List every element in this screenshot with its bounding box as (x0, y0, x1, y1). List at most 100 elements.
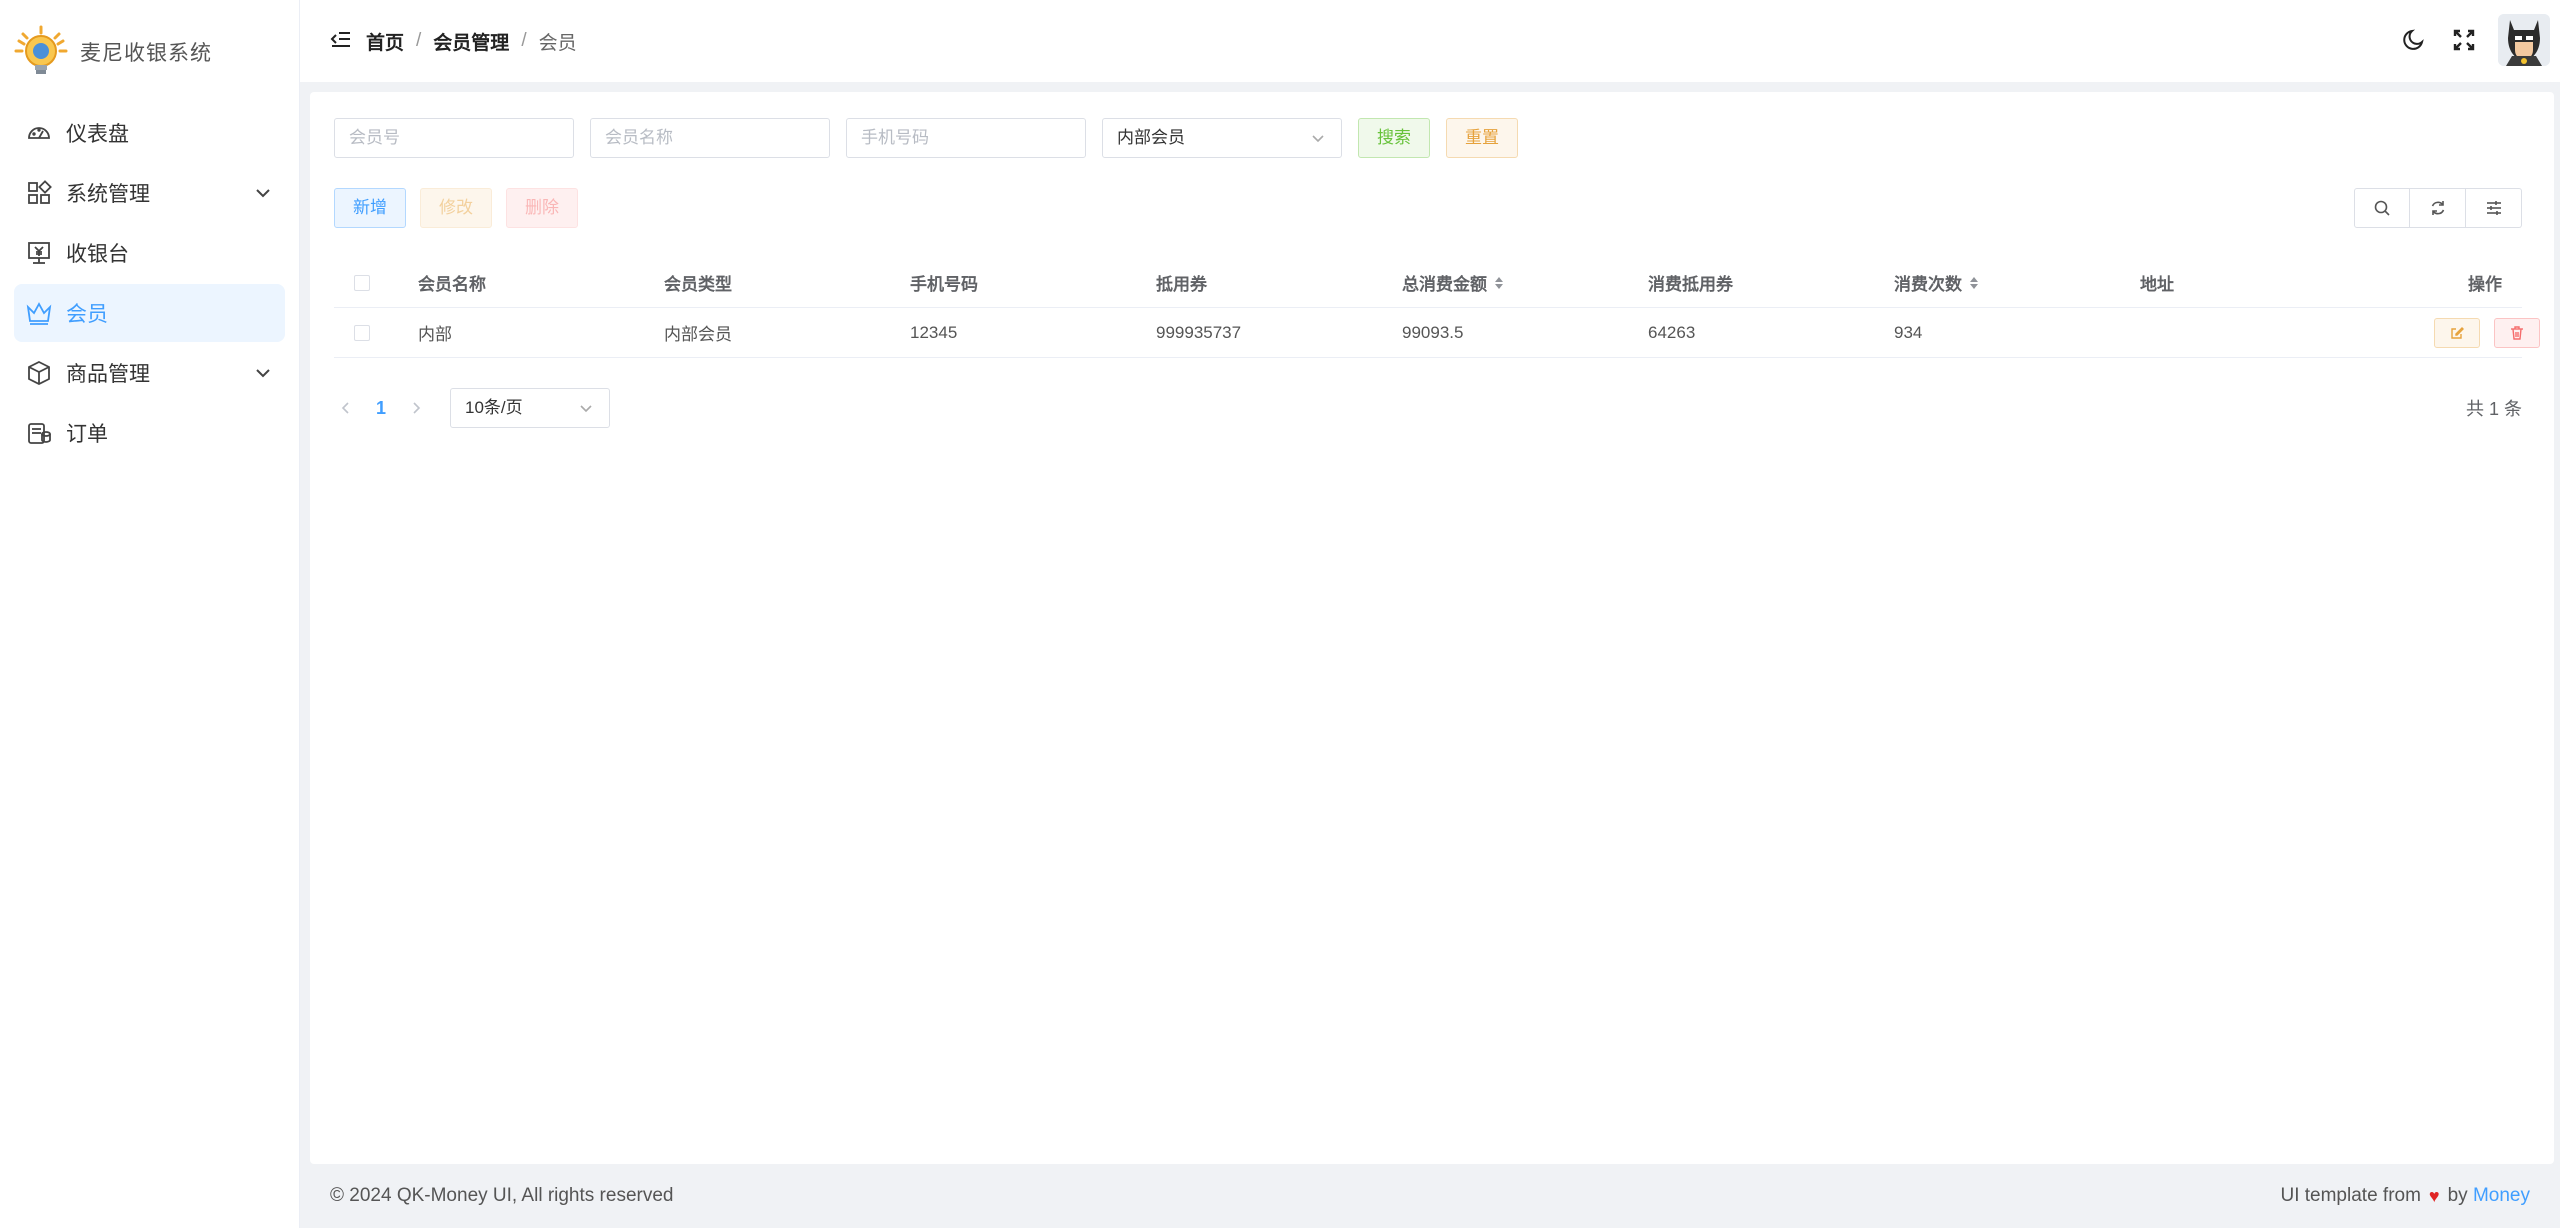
sidebar-item-label: 收银台 (66, 243, 129, 266)
cashier-icon (24, 238, 54, 268)
member-type-select[interactable]: 内部会员 (1102, 118, 1342, 158)
page-size-select[interactable]: 10条/页 (450, 388, 611, 428)
breadcrumb: 首页 / 会员管理 / 会员 (366, 28, 577, 55)
sidebar-item-orders[interactable]: 订单 (14, 404, 285, 462)
sidebar-item-label: 仪表盘 (66, 123, 129, 146)
search-icon (2374, 200, 2390, 216)
phone-input[interactable] (846, 118, 1086, 158)
dashboard-icon (24, 118, 54, 148)
cell-phone: 12345 (910, 322, 958, 342)
cell-operations (2420, 317, 2560, 348)
breadcrumb-separator: / (521, 30, 527, 51)
chevron-down-icon (580, 405, 592, 413)
crown-icon (24, 298, 54, 328)
total-count: 共 1 条 (2465, 399, 2522, 419)
action-toolbar: 新增 修改 删除 (334, 188, 594, 228)
cell-member-type: 内部会员 (664, 325, 732, 344)
order-icon (24, 418, 54, 448)
member-table: 会员名称 会员类型 手机号码 抵用券 总消费金额 消费抵用券 消费次数 地址 操… (334, 258, 2540, 358)
sidebar-item-cashier[interactable]: 收银台 (14, 224, 285, 282)
edit-button[interactable]: 修改 (420, 188, 492, 228)
reset-button[interactable]: 重置 (1446, 118, 1518, 158)
column-header: 抵用券 (1156, 275, 1207, 294)
member-type-value: 内部会员 (1117, 128, 1185, 147)
author-link[interactable]: Money (2473, 1185, 2530, 1207)
column-header-sortable[interactable]: 消费次数 (1894, 270, 2140, 295)
app-title: 麦尼收银系统 (80, 41, 212, 65)
column-header-sortable[interactable]: 总消费金额 (1402, 270, 1648, 295)
box-icon (24, 358, 54, 388)
column-header: 操作 (2468, 275, 2502, 294)
row-checkbox[interactable] (354, 324, 370, 341)
select-all-cell (334, 274, 418, 291)
row-select-cell (334, 324, 418, 341)
menu-collapse-icon[interactable] (330, 29, 354, 53)
prev-page-button[interactable] (334, 396, 358, 420)
column-header: 会员类型 (664, 275, 732, 294)
breadcrumb-member-management[interactable]: 会员管理 (433, 28, 509, 55)
heart-icon: ♥ (2428, 1185, 2440, 1206)
chevron-down-icon (256, 189, 270, 198)
breadcrumb-current: 会员 (538, 32, 577, 54)
breadcrumb-home[interactable]: 首页 (366, 28, 404, 55)
chevron-down-icon (256, 369, 270, 378)
credit-prefix: UI template from (2280, 1185, 2421, 1206)
search-form: 内部会员 搜索 重置 (334, 118, 1534, 158)
row-edit-button[interactable] (2434, 317, 2480, 348)
top-header: 首页 / 会员管理 / 会员 (300, 0, 2560, 82)
credit-by: by (2447, 1185, 2468, 1206)
breadcrumb-separator: / (416, 30, 422, 51)
header-actions (2398, 14, 2550, 66)
row-delete-button[interactable] (2494, 317, 2540, 348)
cell-total-spent: 99093.5 (1402, 322, 1464, 342)
sidebar-menu: 仪表盘 系统管理 收银台 会员 商品管理 订单 (0, 104, 299, 462)
refresh-button[interactable] (2410, 188, 2466, 228)
edit-icon (2451, 326, 2464, 339)
sidebar-item-products[interactable]: 商品管理 (14, 344, 285, 402)
member-name-input[interactable] (590, 118, 830, 158)
chevron-down-icon (1312, 135, 1324, 143)
toggle-search-button[interactable] (2354, 188, 2410, 228)
sidebar-item-label: 会员 (66, 303, 108, 326)
column-header-label: 总消费金额 (1402, 275, 1487, 294)
sidebar-item-dashboard[interactable]: 仪表盘 (14, 104, 285, 162)
column-header: 消费抵用券 (1648, 275, 1733, 294)
search-button[interactable]: 搜索 (1358, 118, 1430, 158)
cell-voucher-used: 64263 (1648, 322, 1696, 342)
next-page-button[interactable] (404, 396, 428, 420)
sidebar-item-members[interactable]: 会员 (14, 284, 285, 342)
lightbulb-logo-icon (14, 25, 68, 79)
column-header: 地址 (2140, 275, 2174, 294)
sidebar-item-label: 系统管理 (66, 183, 150, 206)
sidebar-item-label: 订单 (66, 423, 108, 446)
page-number[interactable]: 1 (376, 398, 386, 419)
sidebar-item-system[interactable]: 系统管理 (14, 164, 285, 222)
copyright-text: © 2024 QK-Money UI, All rights reserved (330, 1185, 674, 1206)
member-list-card: 内部会员 搜索 重置 新增 修改 删除 会员名称 会员类型 手机号码 抵用券 总… (310, 92, 2554, 1164)
pagination: 1 10条/页 共 1 条 (334, 388, 2522, 428)
avatar[interactable] (2498, 14, 2550, 66)
sidebar-item-label: 商品管理 (66, 363, 150, 386)
page-size-value: 10条/页 (465, 398, 523, 417)
column-settings-button[interactable] (2466, 188, 2522, 228)
logo[interactable]: 麦尼收银系统 (0, 0, 299, 104)
select-all-checkbox[interactable] (354, 274, 370, 291)
chevron-right-icon (413, 402, 421, 414)
table-row[interactable]: 内部 内部会员 12345 999935737 99093.5 64263 93… (334, 308, 2540, 358)
add-button[interactable]: 新增 (334, 188, 406, 228)
dark-mode-moon-icon[interactable] (2398, 24, 2430, 56)
cell-visit-count: 934 (1894, 322, 1923, 342)
member-no-input[interactable] (334, 118, 574, 158)
cell-voucher: 999935737 (1156, 322, 1242, 342)
apps-grid-icon (24, 178, 54, 208)
sort-icon (1970, 276, 1978, 289)
table-header-row: 会员名称 会员类型 手机号码 抵用券 总消费金额 消费抵用券 消费次数 地址 操… (334, 258, 2522, 308)
footer: © 2024 QK-Money UI, All rights reserved … (300, 1164, 2560, 1228)
fullscreen-icon[interactable] (2448, 24, 2480, 56)
refresh-icon (2431, 201, 2444, 215)
sidebar: 麦尼收银系统 仪表盘 系统管理 收银台 会员 商品管理 订单 (0, 0, 300, 1228)
footer-credit: UI template from ♥ by Money (2280, 1185, 2530, 1207)
table-tools (2354, 188, 2522, 228)
column-header: 手机号码 (910, 275, 978, 294)
delete-button[interactable]: 删除 (506, 188, 578, 228)
